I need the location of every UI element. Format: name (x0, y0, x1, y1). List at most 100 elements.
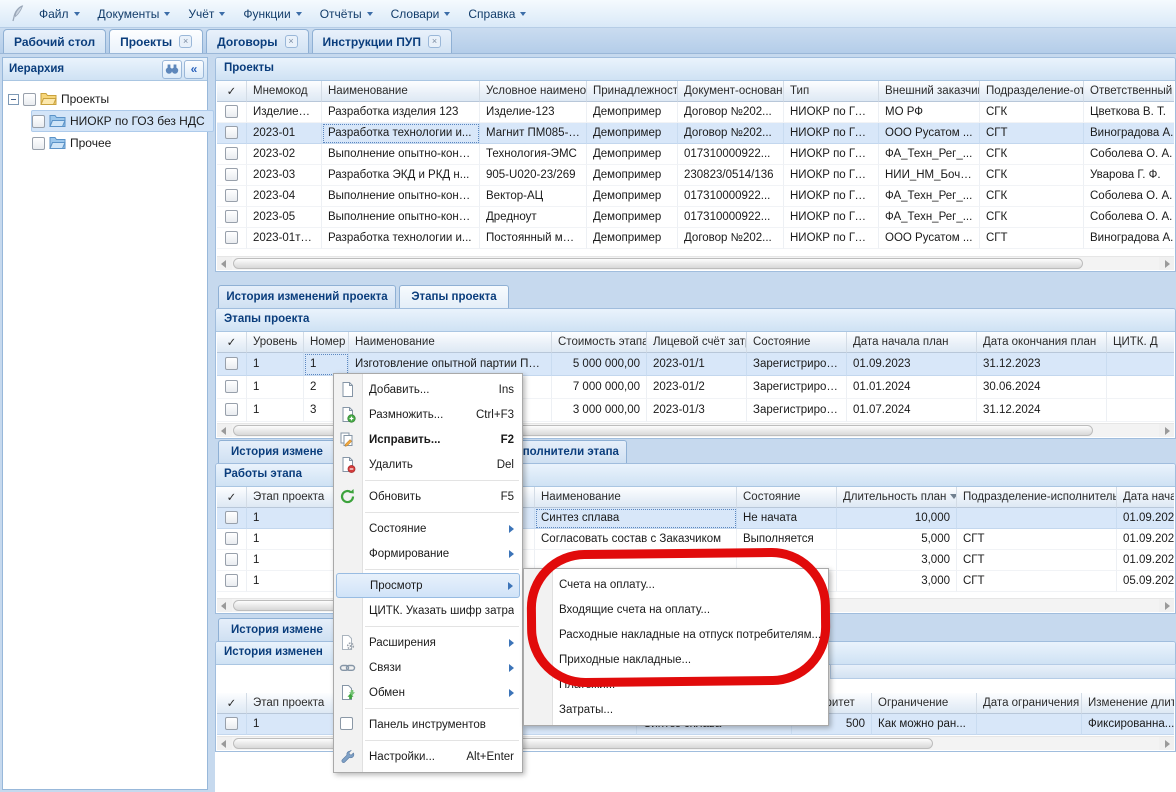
grid-header-cell[interactable]: Состояние (737, 487, 837, 508)
grid-header-cell[interactable]: Ограничение (872, 693, 977, 714)
grid-cell[interactable]: Демопример (587, 228, 678, 249)
menu-item[interactable]: Добавить...Ins (334, 377, 522, 402)
grid-cell[interactable]: НИОКР по ГОЗ ... (784, 228, 879, 249)
grid-cell[interactable]: НИОКР по ГОЗ ... (784, 144, 879, 165)
menu-accounting[interactable]: Учёт (179, 3, 234, 25)
grid-cell[interactable]: 1 (247, 399, 304, 422)
grid-cell[interactable] (217, 123, 247, 144)
grid-cell[interactable]: СГК (980, 165, 1084, 186)
grid-cell[interactable]: 1 (247, 571, 342, 592)
grid-cell[interactable]: Соболева О. А. (1084, 186, 1174, 207)
menu-documents[interactable]: Документы (89, 3, 180, 25)
grid-cell[interactable]: 01.09.2023 (1117, 550, 1174, 571)
menu-item[interactable]: Размножить...Ctrl+F3 (334, 402, 522, 427)
grid-header-cell[interactable]: ЦИТК. Д (1107, 332, 1174, 353)
grid-cell[interactable]: 2023-04 (247, 186, 322, 207)
row-checkbox[interactable] (225, 147, 238, 160)
grid-cell[interactable]: ФА_Техн_Рег_... (879, 207, 980, 228)
horizontal-scrollbar[interactable] (217, 256, 1174, 270)
grid-cell[interactable]: 05.09.2023 (1117, 571, 1174, 592)
grid-header-cell[interactable]: ✓ (217, 487, 247, 508)
grid-cell[interactable]: 1 (247, 714, 342, 735)
grid-cell[interactable] (217, 376, 247, 399)
grid-cell[interactable]: 1 (247, 353, 304, 376)
menu-item[interactable]: ЦИТК. Указать шифр затрат... (334, 598, 522, 623)
close-icon[interactable]: × (428, 35, 441, 48)
grid-header-cell[interactable]: Состояние (747, 332, 847, 353)
grid-cell[interactable]: 31.12.2024 (977, 399, 1107, 422)
grid-cell[interactable]: Разработка изделия 123 (322, 102, 480, 123)
row-checkbox[interactable] (225, 532, 238, 545)
table-row[interactable]: 2023-01тестРазработка технологии и...Пос… (217, 228, 1174, 249)
grid-cell[interactable]: 1 (247, 529, 342, 550)
tree-item-other[interactable]: Прочее (31, 132, 120, 154)
menu-item[interactable]: Связи (334, 655, 522, 680)
tree-checkbox[interactable] (32, 115, 45, 128)
grid-cell[interactable]: Разработка ЭКД и РКД н... (322, 165, 480, 186)
grid-cell[interactable]: 3 000 000,00 (552, 399, 647, 422)
grid-cell[interactable]: СГК (980, 186, 1084, 207)
menu-dictionaries[interactable]: Словари (382, 3, 460, 25)
grid-cell[interactable]: ФА_Техн_Рег_... (879, 186, 980, 207)
grid-cell[interactable]: СГК (980, 144, 1084, 165)
table-row[interactable]: 2023-04Выполнение опытно-конс...Вектор-А… (217, 186, 1174, 207)
grid-cell[interactable]: Договор №202... (678, 228, 784, 249)
tab-instructions[interactable]: Инструкции ПУП× (312, 29, 452, 53)
grid-cell[interactable]: 01.09.2023 (1117, 529, 1174, 550)
row-checkbox[interactable] (225, 380, 238, 393)
grid-header-cell[interactable]: Лицевой счёт затрат. (647, 332, 747, 353)
tree-checkbox[interactable] (23, 93, 36, 106)
grid-cell[interactable]: 5 000 000,00 (552, 353, 647, 376)
row-checkbox[interactable] (225, 717, 238, 730)
grid-cell[interactable]: 2023-01/2 (647, 376, 747, 399)
menu-item[interactable]: Состояние (334, 516, 522, 541)
menu-item[interactable]: Обмен (334, 680, 522, 705)
grid-cell[interactable]: Уварова Г. Ф. (1084, 165, 1174, 186)
row-checkbox[interactable] (225, 210, 238, 223)
menu-functions[interactable]: Функции (234, 3, 310, 25)
grid-cell[interactable] (977, 714, 1082, 735)
tree-checkbox[interactable] (32, 137, 45, 150)
grid-cell[interactable]: 2023-01 (247, 123, 322, 144)
row-checkbox[interactable] (225, 168, 238, 181)
grid-cell[interactable]: 01.09.2023 (847, 353, 977, 376)
grid-cell[interactable]: Как можно ран... (872, 714, 977, 735)
grid-cell[interactable] (217, 508, 247, 529)
grid-cell[interactable]: 905-U020-23/269 (480, 165, 587, 186)
grid-cell[interactable]: Выполнение опытно-конс... (322, 186, 480, 207)
grid-cell[interactable] (1107, 353, 1174, 376)
grid-header-cell[interactable]: ✓ (217, 693, 247, 714)
grid-cell[interactable]: Выполнение опытно-конс... (322, 144, 480, 165)
grid-cell[interactable]: Не начата (737, 508, 837, 529)
grid-cell[interactable]: ФА_Техн_Рег_... (879, 144, 980, 165)
grid-cell[interactable]: Цветкова В. Т. (1084, 102, 1174, 123)
grid-cell[interactable]: СГТ (957, 529, 1117, 550)
tab-project-stages[interactable]: Этапы проекта (399, 285, 509, 308)
grid-cell[interactable]: 230823/0514/136 (678, 165, 784, 186)
grid-cell[interactable]: 01.01.2024 (847, 376, 977, 399)
grid-cell[interactable]: Разработка технологии и... (322, 228, 480, 249)
scroll-right-icon[interactable] (1159, 257, 1174, 270)
row-checkbox[interactable] (225, 511, 238, 524)
grid-cell[interactable]: НИИ_НМ_Бочв... (879, 165, 980, 186)
tree-item-niokr[interactable]: НИОКР по ГОЗ без НДС (31, 110, 214, 132)
scrollbar-thumb[interactable] (233, 258, 1083, 269)
row-checkbox[interactable] (225, 126, 238, 139)
grid-cell[interactable]: 7 000 000,00 (552, 376, 647, 399)
grid-header-cell[interactable]: Ответственный (1084, 81, 1174, 102)
collapse-panel-button[interactable] (184, 60, 204, 79)
grid-cell[interactable] (217, 144, 247, 165)
grid-header-cell[interactable]: Наименование (322, 81, 480, 102)
scroll-right-icon[interactable] (1159, 737, 1174, 750)
grid-cell[interactable]: 01.07.2024 (847, 399, 977, 422)
grid-cell[interactable]: 1 (247, 376, 304, 399)
grid-cell[interactable]: НИОКР по ГОЗ ... (784, 102, 879, 123)
grid-cell[interactable]: Договор №202... (678, 102, 784, 123)
menu-item[interactable]: УдалитьDel (334, 452, 522, 477)
menu-item[interactable]: Настройки...Alt+Enter (334, 744, 522, 769)
grid-cell[interactable]: Виноградова А... (1084, 228, 1174, 249)
grid-header-cell[interactable]: Подразделение-исполнитель.. (957, 487, 1117, 508)
table-row[interactable]: 2023-01Разработка технологии и...Магнит … (217, 123, 1174, 144)
grid-cell[interactable]: Демопример (587, 123, 678, 144)
grid-cell[interactable]: 2023-03 (247, 165, 322, 186)
